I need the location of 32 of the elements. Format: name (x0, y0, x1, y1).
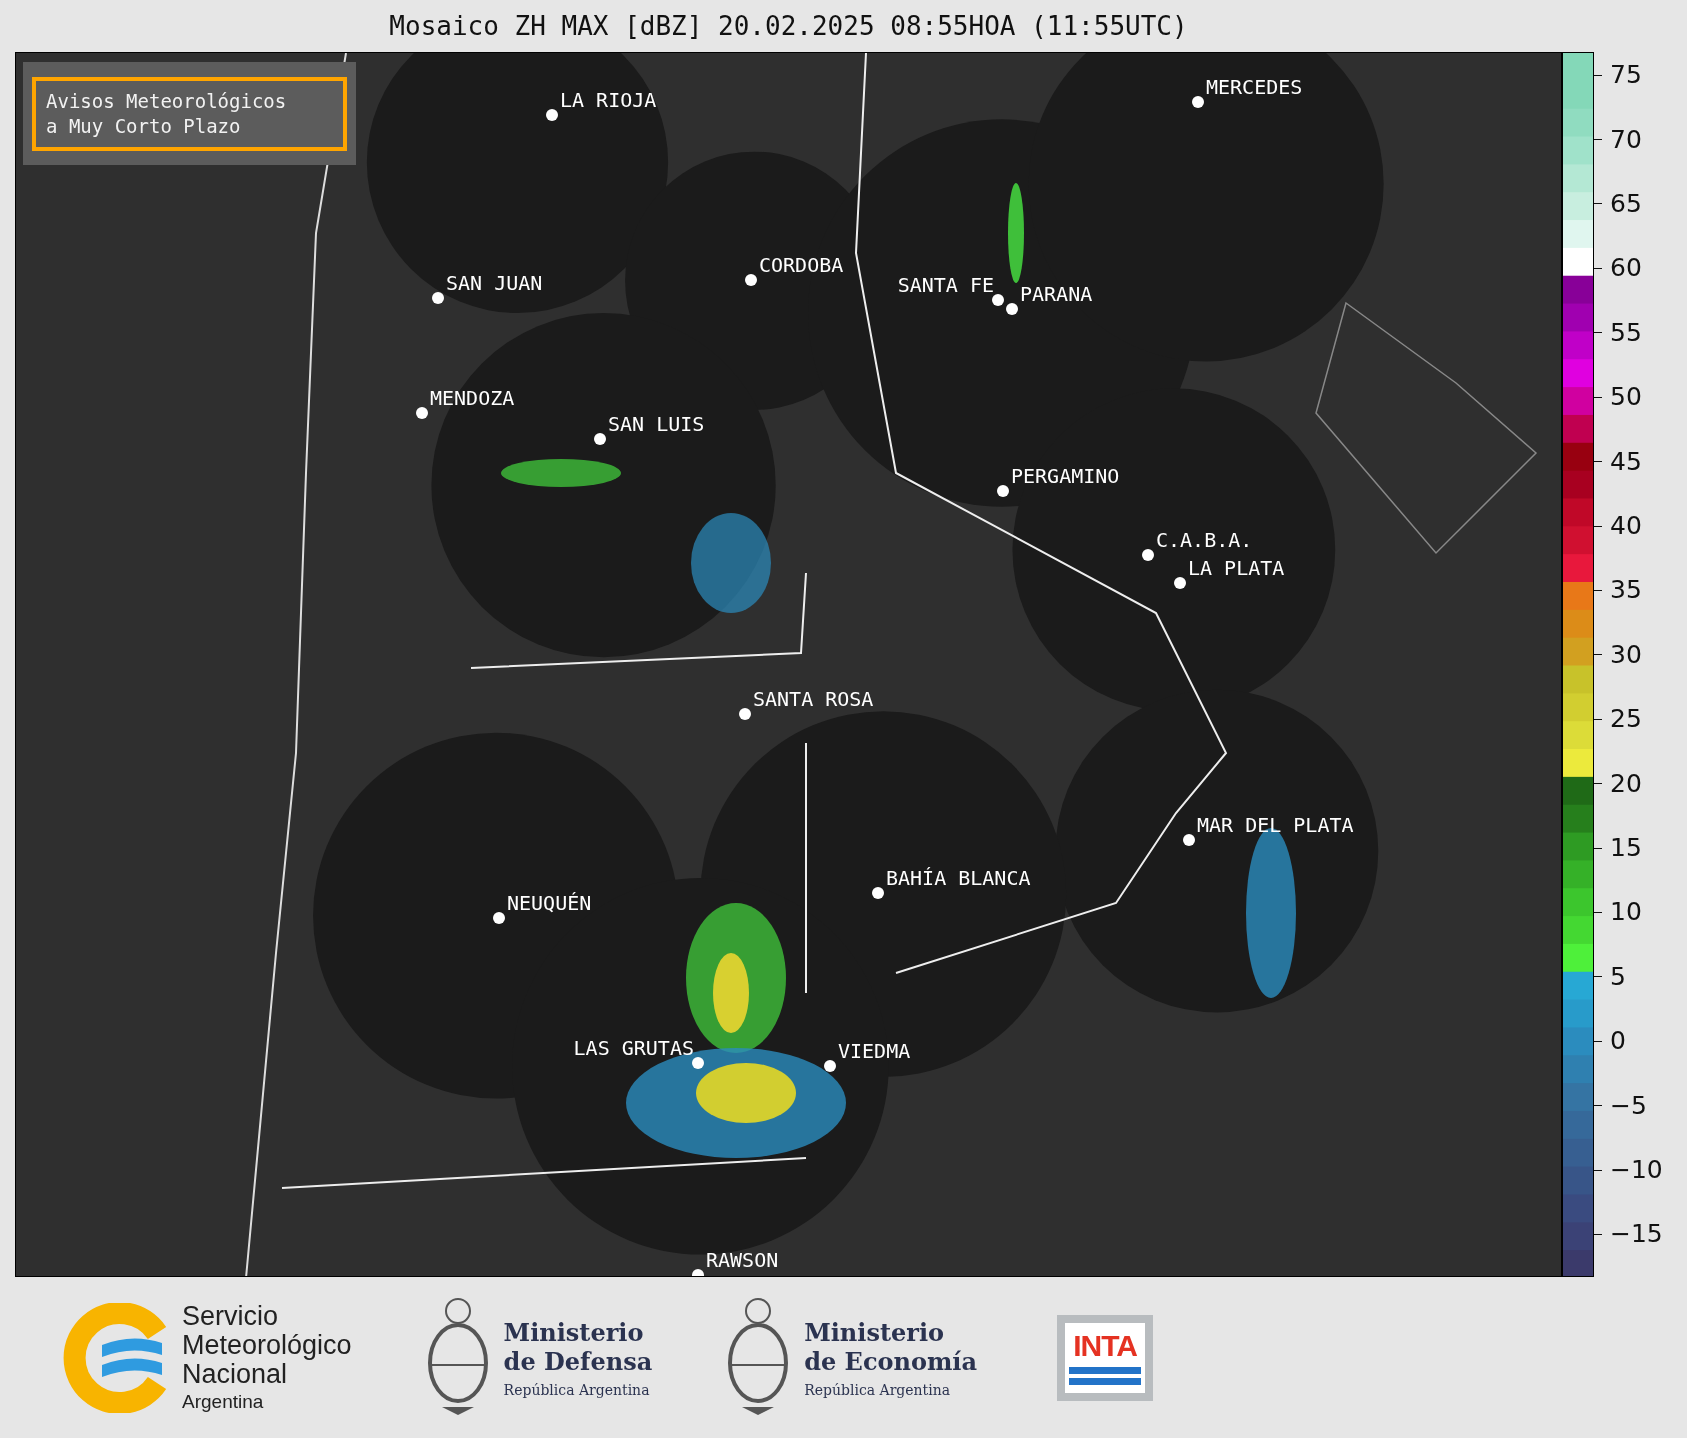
city-label: LAS GRUTAS (573, 1037, 694, 1059)
logo-text: Servicio (182, 1302, 280, 1331)
city-label: SANTA ROSA (753, 688, 874, 710)
logo-text: Ministerio (804, 1317, 946, 1347)
chart-title: Mosaico ZH MAX [dBZ] 20.02.2025 08:55HOA (11:55UTC) (388, 10, 1189, 43)
city-label: MERCEDES (1206, 76, 1303, 98)
logo-text: Ministerio (503, 1317, 645, 1347)
city-label: MAR DEL PLATA (1197, 814, 1354, 836)
logo-text: República Argentina (503, 1381, 651, 1398)
city-label: CORDOBA (759, 254, 844, 276)
legend-text: Avisos Meteorológicos (46, 88, 288, 114)
city-label: NEUQUÉN (507, 892, 592, 914)
legend-text: a Muy Corto Plazo (46, 113, 242, 139)
logo-text: República Argentina (804, 1381, 952, 1398)
logo-text: de Economía (804, 1346, 978, 1376)
logo-text: de Defensa (503, 1346, 653, 1376)
city-label: C.A.B.A. (1156, 529, 1253, 551)
city-label: VIEDMA (838, 1040, 911, 1062)
logo-text: Meteorológico (182, 1331, 352, 1360)
city-label: MENDOZA (430, 387, 515, 409)
logo-text: Argentina (182, 1391, 265, 1413)
city-label: RAWSON (706, 1249, 779, 1271)
city-label: SANTA FE (897, 274, 994, 296)
city-label: SAN LUIS (608, 413, 705, 435)
city-label: SAN JUAN (446, 272, 543, 294)
city-label: LA PLATA (1188, 557, 1285, 579)
inta-logo: INTA (1057, 1314, 1154, 1401)
city-label: PARANA (1020, 283, 1093, 305)
logo-text: Nacional (182, 1360, 288, 1389)
city-label: PERGAMINO (1011, 465, 1120, 487)
city-label: BAHÍA BLANCA (886, 867, 1031, 889)
city-label: LA RIOJA (560, 89, 657, 111)
